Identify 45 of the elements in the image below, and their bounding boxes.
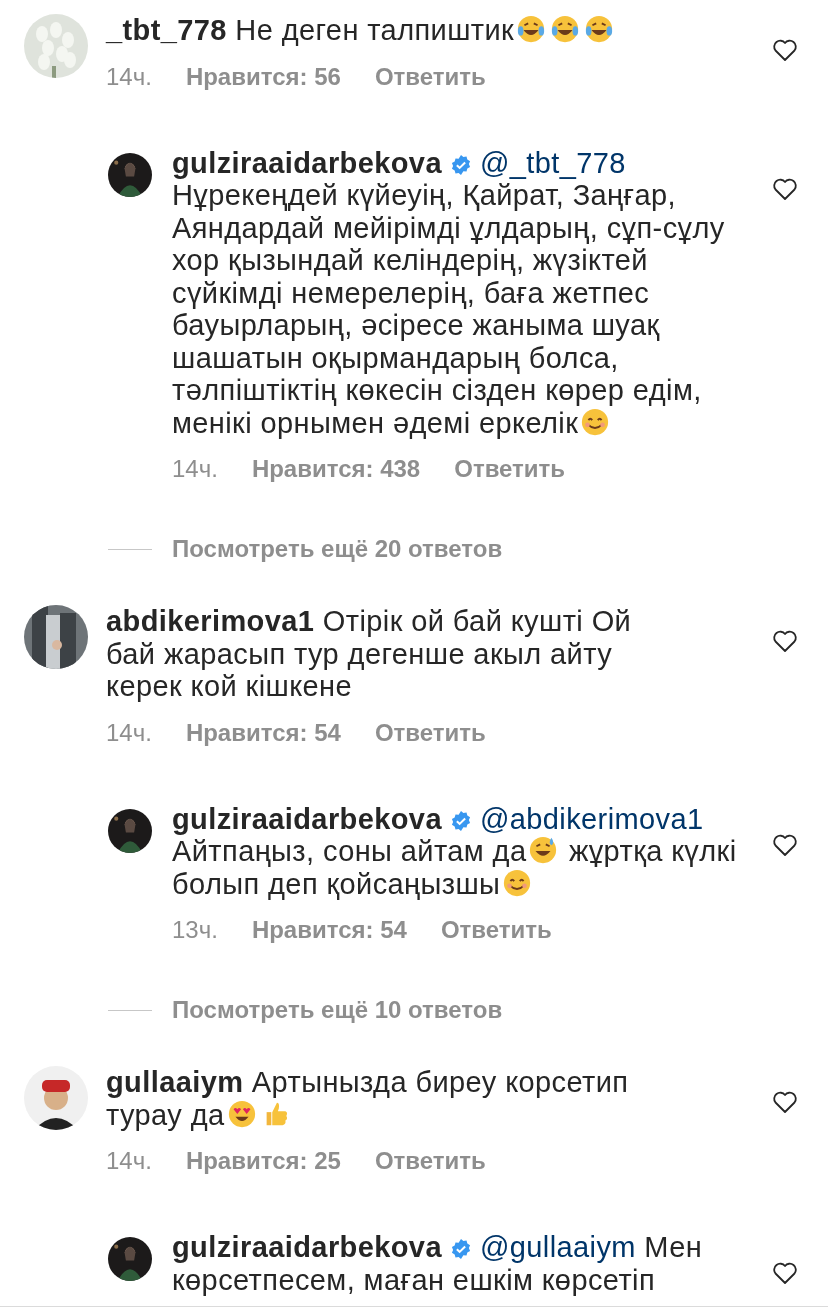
smiling-emoji-icon — [502, 867, 533, 898]
reply-link[interactable]: Ответить — [374, 62, 486, 91]
likes-link[interactable]: Нравится: 56 — [185, 62, 341, 91]
likes-link[interactable]: Нравится: 25 — [185, 1147, 341, 1175]
comment-text: _tbt_778 Не деген талпиштик — [106, 14, 681, 47]
comment-time: 14ч. — [106, 718, 152, 747]
username-link[interactable]: gulziraaidarbekova — [172, 146, 442, 179]
likes-link[interactable]: Нравится: 54 — [185, 718, 341, 747]
comment-time: 14ч. — [106, 62, 152, 91]
reply-link[interactable]: Ответить — [454, 455, 566, 483]
smiling-emoji-icon — [580, 406, 611, 437]
comment-text: gullaaiym Артынызда биреу корсетип турау да — [106, 1066, 630, 1131]
reply-link[interactable]: Ответить — [440, 916, 552, 944]
laughing-emoji-icon — [516, 14, 547, 44]
view-more-replies-link[interactable]: Посмотреть ещё 20 ответов — [172, 535, 503, 563]
username-link[interactable]: gullaaiym — [106, 1066, 244, 1098]
comment-text: abdikerimova1 Отірік ой бай кушті Ой бай жарасып тур дегенше акыл айту керек кой кішкене — [106, 605, 633, 703]
comment-time: 13ч. — [172, 916, 218, 944]
likes-link[interactable]: Нравится: 54 — [251, 916, 407, 944]
sweat-smile-emoji-icon — [528, 835, 559, 865]
like-heart-icon[interactable] — [772, 832, 798, 857]
username-link[interactable]: abdikerimova1 — [106, 605, 315, 637]
reply-link[interactable]: Ответить — [374, 1147, 486, 1175]
comment-text: gulziraaidarbekova @gullaaiym Мен көрсетпесем, маған ешкім көрсетіп — [172, 1231, 704, 1296]
likes-link[interactable]: Нравится: 438 — [251, 455, 421, 483]
like-heart-icon[interactable] — [772, 629, 798, 653]
mention-link[interactable]: @_tbt_778 — [479, 146, 626, 179]
like-heart-icon[interactable] — [772, 38, 798, 62]
mention-link[interactable]: @gullaaiym — [479, 1231, 636, 1263]
username-link[interactable]: gulziraaidarbekova — [172, 1231, 442, 1263]
comment-time: 14ч. — [106, 1147, 152, 1175]
username-link[interactable]: _tbt_778 — [106, 14, 227, 46]
like-heart-icon[interactable] — [772, 1261, 798, 1285]
view-more-replies-link[interactable]: Посмотреть ещё 10 ответов — [172, 996, 503, 1024]
like-heart-icon[interactable] — [772, 1090, 798, 1114]
comment-time: 14ч. — [172, 455, 218, 483]
comment-text: gulziraaidarbekova @abdikerimova1 Айтпаңыз, соны айтам да жұртқа күлкі болып деп қойсаңызшы — [172, 802, 738, 900]
comment-text: gulziraaidarbekova @_tbt_778 Нұрекеңдей күйеуің, Қайрат, Заңғар, Аяндардай мейірімді ұлдарың, сұп-сұлу хор қызындай келіндерің, жүзіктей сүйкімді немерелерің, баға жетпес бауырларың, әсіресе жаныма шуақ шашатын оқырмандарың болса, тәлпіштіктің көкесін сізден көрер едім, менікі орнымен әдемі еркелік — [172, 146, 726, 439]
username-link[interactable]: gulziraaidarbekova — [172, 802, 442, 835]
laughing-emoji-icon — [550, 14, 581, 44]
mention-link[interactable]: @abdikerimova1 — [479, 802, 704, 835]
laughing-emoji-icon — [584, 14, 615, 44]
reply-link[interactable]: Ответить — [374, 718, 486, 747]
heart-eyes-emoji-icon — [226, 1098, 257, 1129]
like-heart-icon[interactable] — [772, 176, 798, 201]
